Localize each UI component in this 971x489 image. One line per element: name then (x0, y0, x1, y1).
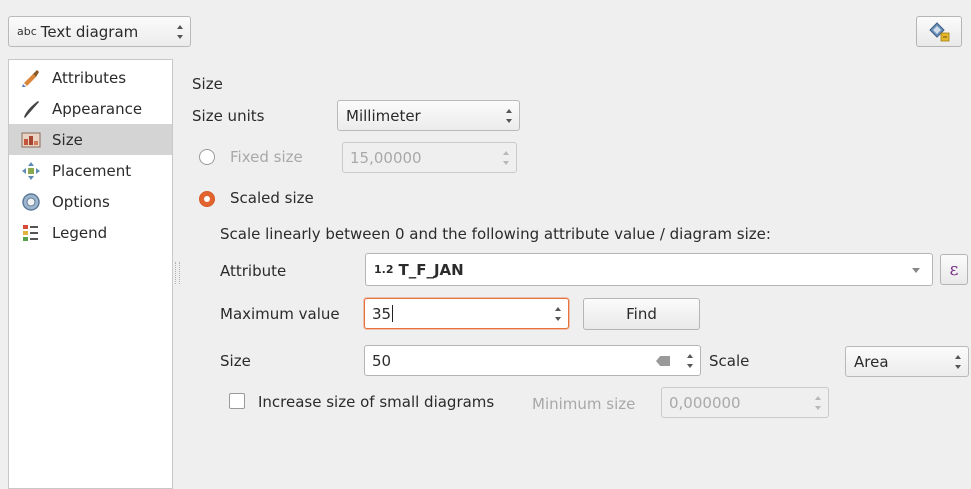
clear-icon[interactable] (656, 356, 670, 366)
sidebar-item-label: Appearance (52, 99, 143, 118)
scale-label: Scale (709, 352, 750, 370)
diagram-style-button[interactable] (916, 16, 962, 47)
scale-description: Scale linearly between 0 and the followi… (220, 225, 771, 243)
sidebar-item-size[interactable]: Size (9, 124, 172, 155)
sidebar-item-appearance[interactable]: Appearance (9, 93, 172, 124)
size-units-value: Millimeter (346, 106, 421, 125)
attribute-type-prefix: 1.2 (374, 263, 394, 276)
fixed-size-input: 15,00000 (342, 142, 517, 173)
diagram-sidebar: Attributes Appearance Size Placement Opt… (8, 59, 173, 489)
find-button-label: Find (626, 305, 657, 323)
sidebar-item-label: Legend (52, 223, 108, 242)
diagram-settings-icon (929, 21, 950, 41)
max-value-input[interactable]: 35 (364, 298, 569, 329)
find-button[interactable]: Find (583, 298, 700, 330)
fixed-size-radio[interactable] (199, 149, 215, 165)
brush-icon (22, 69, 39, 87)
scale-select[interactable]: Area (845, 346, 969, 377)
max-value-label: Maximum value (220, 305, 340, 323)
placement-icon (22, 161, 40, 180)
stepper-icon (502, 150, 510, 165)
increase-size-checkbox[interactable] (229, 393, 245, 409)
size-label: Size (220, 352, 251, 370)
chevron-updown-icon (954, 354, 962, 369)
legend-icon (23, 224, 38, 241)
section-title: Size (192, 75, 223, 93)
scale-value: Area (854, 352, 889, 371)
sidebar-item-options[interactable]: Options (9, 186, 172, 217)
size-icon (21, 132, 41, 147)
scaled-size-label: Scaled size (230, 189, 314, 207)
stepper-icon (814, 395, 822, 410)
max-value-text: 35 (372, 304, 392, 323)
scaled-size-radio[interactable] (199, 191, 215, 207)
fixed-size-value: 15,00000 (350, 148, 422, 167)
renderer-select[interactable]: abc Text diagram (8, 16, 191, 47)
text-cursor (392, 305, 394, 322)
sidebar-item-label: Attributes (52, 68, 127, 87)
size-units-select[interactable]: Millimeter (337, 100, 520, 131)
renderer-prefix: abc (17, 25, 37, 38)
pen-icon (24, 100, 39, 118)
size-units-label: Size units (192, 107, 265, 125)
expression-icon: ε (949, 259, 959, 280)
attribute-value: T_F_JAN (398, 260, 464, 279)
min-size-value: 0,000000 (669, 393, 741, 412)
sidebar-item-legend[interactable]: Legend (9, 217, 172, 248)
increase-size-label: Increase size of small diagrams (258, 393, 495, 411)
fixed-size-label: Fixed size (230, 148, 303, 166)
sidebar-item-attributes[interactable]: Attributes (9, 62, 172, 93)
renderer-label: Text diagram (40, 22, 139, 41)
splitter-handle[interactable] (175, 262, 180, 284)
min-size-input: 0,000000 (661, 387, 829, 418)
sidebar-item-label: Size (52, 130, 83, 149)
attribute-select[interactable]: 1.2 T_F_JAN (365, 253, 933, 286)
stepper-icon[interactable] (554, 306, 562, 321)
sidebar-item-label: Placement (52, 161, 132, 180)
options-gear-icon (22, 192, 40, 211)
stepper-icon[interactable] (686, 353, 694, 368)
size-value: 50 (372, 351, 392, 370)
attribute-label: Attribute (220, 262, 287, 280)
sidebar-item-label: Options (52, 192, 110, 211)
size-input[interactable]: 50 (364, 345, 701, 376)
chevron-updown-icon (176, 24, 184, 39)
chevron-updown-icon (505, 108, 513, 123)
min-size-label: Minimum size (532, 395, 636, 413)
dropdown-arrow-icon (912, 268, 920, 273)
sidebar-item-placement[interactable]: Placement (9, 155, 172, 186)
expression-button[interactable]: ε (940, 254, 968, 285)
